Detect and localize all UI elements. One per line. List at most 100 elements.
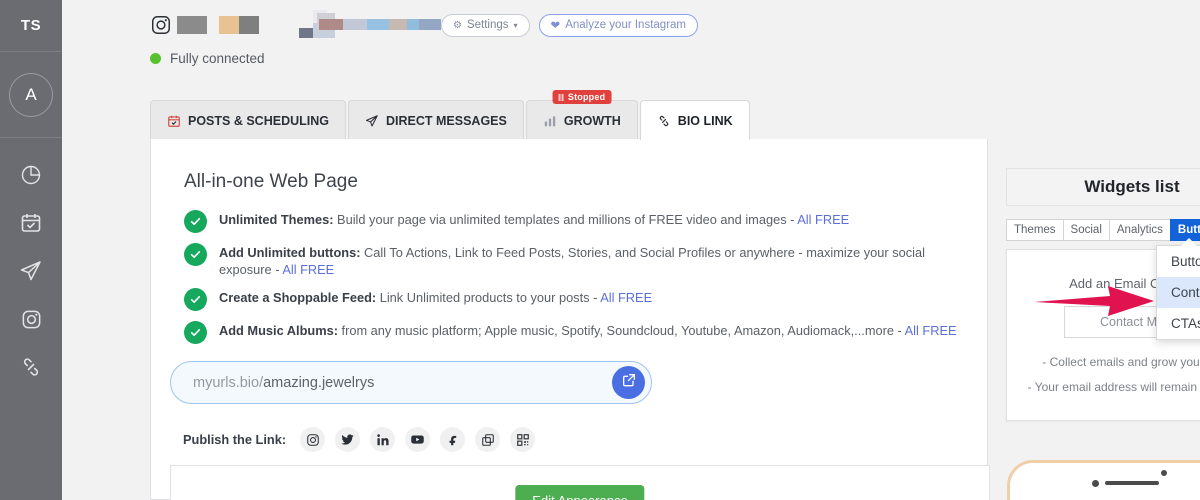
connection-status: Fully connected bbox=[150, 51, 265, 66]
buttons-dropdown-menu: Button Contact Me CTAs bbox=[1156, 245, 1200, 340]
open-link-button[interactable] bbox=[612, 366, 645, 399]
tab-posts-scheduling[interactable]: POSTS & SCHEDULING bbox=[150, 100, 346, 140]
tab-bio-link[interactable]: BIO LINK bbox=[639, 100, 750, 140]
phone-sensor-dot bbox=[1161, 470, 1167, 476]
feature-body: Build your page via unlimited templates … bbox=[333, 212, 798, 227]
feature-text: Unlimited Themes: Build your page via un… bbox=[219, 209, 849, 228]
sidebar-item-instagram[interactable] bbox=[18, 306, 44, 332]
redacted-account-name bbox=[177, 14, 259, 36]
sidebar-item-bio-link[interactable] bbox=[18, 354, 44, 380]
qr-code-button[interactable] bbox=[510, 427, 536, 452]
widget-note-1: - Collect emails and grow your list bbox=[1042, 355, 1200, 369]
twitter-icon bbox=[340, 432, 355, 447]
sidebar-item-messages[interactable] bbox=[18, 258, 44, 284]
bio-link-panel: All-in-one Web Page Unlimited Themes: Bu… bbox=[150, 139, 990, 500]
dropdown-item-button[interactable]: Button bbox=[1157, 246, 1200, 277]
bar-chart-icon bbox=[543, 114, 557, 128]
list-item: Unlimited Themes: Build your page via un… bbox=[184, 209, 974, 233]
list-item: Add Music Albums: from any music platfor… bbox=[184, 320, 974, 344]
all-free-link[interactable]: All FREE bbox=[600, 290, 652, 305]
sidebar-avatar-wrap: A bbox=[0, 52, 62, 138]
share-instagram-button[interactable] bbox=[300, 427, 326, 452]
feature-title: Add Music Albums: bbox=[219, 323, 338, 338]
phone-camera-dot bbox=[1092, 480, 1099, 487]
connection-status-label: Fully connected bbox=[170, 51, 265, 66]
check-circle-icon bbox=[184, 288, 207, 311]
youtube-icon bbox=[410, 432, 425, 447]
feature-text: Add Music Albums: from any music platfor… bbox=[219, 320, 957, 339]
sidebar: TS A bbox=[0, 0, 62, 500]
sidebar-item-schedule[interactable] bbox=[18, 210, 44, 236]
analyze-label: Analyze your Instagram bbox=[565, 19, 686, 31]
tab-label: GROWTH bbox=[563, 113, 621, 128]
appearance-preview-box: Edit Appearance bbox=[170, 465, 990, 500]
publish-link-row: Publish the Link: bbox=[183, 427, 545, 452]
feature-title: Create a Shoppable Feed: bbox=[219, 290, 377, 305]
calendar-check-icon bbox=[167, 114, 181, 128]
publish-label: Publish the Link: bbox=[183, 432, 287, 447]
tab-bar: POSTS & SCHEDULING DIRECT MESSAGES Stopp… bbox=[150, 90, 752, 140]
feature-title: Unlimited Themes: bbox=[219, 212, 334, 227]
check-circle-icon bbox=[184, 243, 207, 266]
widget-tab-bar: Themes Social Analytics Buttons▾ Inbox bbox=[1006, 219, 1200, 241]
tab-label: BIO LINK bbox=[677, 113, 733, 128]
dropdown-item-ctas[interactable]: CTAs bbox=[1157, 308, 1200, 339]
url-slug: amazing.jewelrys bbox=[263, 374, 375, 391]
widget-note-2: - Your email address will remain private bbox=[1027, 380, 1200, 394]
widgets-list-title: Widgets list bbox=[1006, 168, 1200, 206]
gear-icon: ⚙ bbox=[453, 19, 462, 31]
page-title: All-in-one Web Page bbox=[184, 171, 358, 192]
tab-direct-messages[interactable]: DIRECT MESSAGES bbox=[348, 100, 524, 140]
feature-body: from any music platform; Apple music, Sp… bbox=[337, 323, 905, 338]
tab-growth[interactable]: Stopped GROWTH bbox=[525, 90, 638, 140]
all-free-link[interactable]: All FREE bbox=[905, 323, 957, 338]
sidebar-logo[interactable]: TS bbox=[0, 0, 62, 52]
paper-plane-icon bbox=[365, 114, 379, 128]
widget-tab-analytics[interactable]: Analytics bbox=[1108, 219, 1170, 241]
sidebar-item-analytics[interactable] bbox=[18, 162, 44, 188]
external-link-icon bbox=[621, 372, 637, 393]
share-youtube-button[interactable] bbox=[405, 427, 431, 452]
linkedin-icon bbox=[376, 433, 390, 447]
feature-body: Link Unlimited products to your posts - bbox=[376, 290, 601, 305]
facebook-icon bbox=[446, 433, 460, 447]
widget-tab-social[interactable]: Social bbox=[1062, 219, 1109, 241]
check-circle-icon bbox=[184, 210, 207, 233]
tab-label: DIRECT MESSAGES bbox=[386, 113, 507, 128]
account-header: ⚙ Settings ▾ ❤ Analyze your Instagram bbox=[150, 10, 698, 40]
share-twitter-button[interactable] bbox=[335, 427, 361, 452]
copy-link-button[interactable] bbox=[475, 427, 501, 452]
link-chain-icon bbox=[19, 355, 43, 379]
widget-tab-themes[interactable]: Themes bbox=[1006, 219, 1063, 241]
feature-list: Unlimited Themes: Build your page via un… bbox=[184, 209, 974, 353]
share-facebook-button[interactable] bbox=[440, 427, 466, 452]
link-chain-icon bbox=[657, 114, 671, 128]
annotation-arrow-icon bbox=[1032, 284, 1157, 323]
bio-link-url-field[interactable]: myurls.bio/amazing.jewelrys bbox=[170, 361, 652, 404]
avatar[interactable]: A bbox=[9, 72, 53, 117]
analytics-pie-icon bbox=[19, 163, 43, 187]
analyze-instagram-button[interactable]: ❤ Analyze your Instagram bbox=[538, 13, 698, 37]
share-linkedin-button[interactable] bbox=[370, 427, 396, 452]
feature-text: Add Unlimited buttons: Call To Actions, … bbox=[219, 242, 974, 278]
dropdown-item-contact-me[interactable]: Contact Me bbox=[1157, 277, 1200, 308]
status-badge-stopped: Stopped bbox=[552, 90, 612, 104]
list-item: Create a Shoppable Feed: Link Unlimited … bbox=[184, 287, 974, 311]
bio-link-url-text: myurls.bio/amazing.jewelrys bbox=[193, 375, 612, 391]
chevron-down-icon: ▾ bbox=[513, 20, 518, 30]
feature-title: Add Unlimited buttons: bbox=[219, 245, 361, 260]
check-circle-icon bbox=[184, 321, 207, 344]
heart-icon: ❤ bbox=[550, 20, 561, 32]
settings-button[interactable]: ⚙ Settings ▾ bbox=[441, 13, 530, 37]
url-domain: myurls.bio/ bbox=[193, 374, 264, 391]
badge-label: Stopped bbox=[567, 92, 606, 102]
edit-appearance-button[interactable]: Edit Appearance bbox=[515, 485, 645, 500]
all-free-link[interactable]: All FREE bbox=[797, 212, 849, 227]
app-root: TS A ⚙ Settings ▾ ❤ Analyze your Instagr… bbox=[0, 0, 1200, 500]
sidebar-nav bbox=[18, 138, 44, 380]
instagram-icon bbox=[306, 433, 320, 447]
copy-icon bbox=[481, 433, 495, 447]
list-item: Add Unlimited buttons: Call To Actions, … bbox=[184, 242, 974, 278]
all-free-link[interactable]: All FREE bbox=[282, 262, 334, 277]
calendar-check-icon bbox=[19, 211, 43, 235]
